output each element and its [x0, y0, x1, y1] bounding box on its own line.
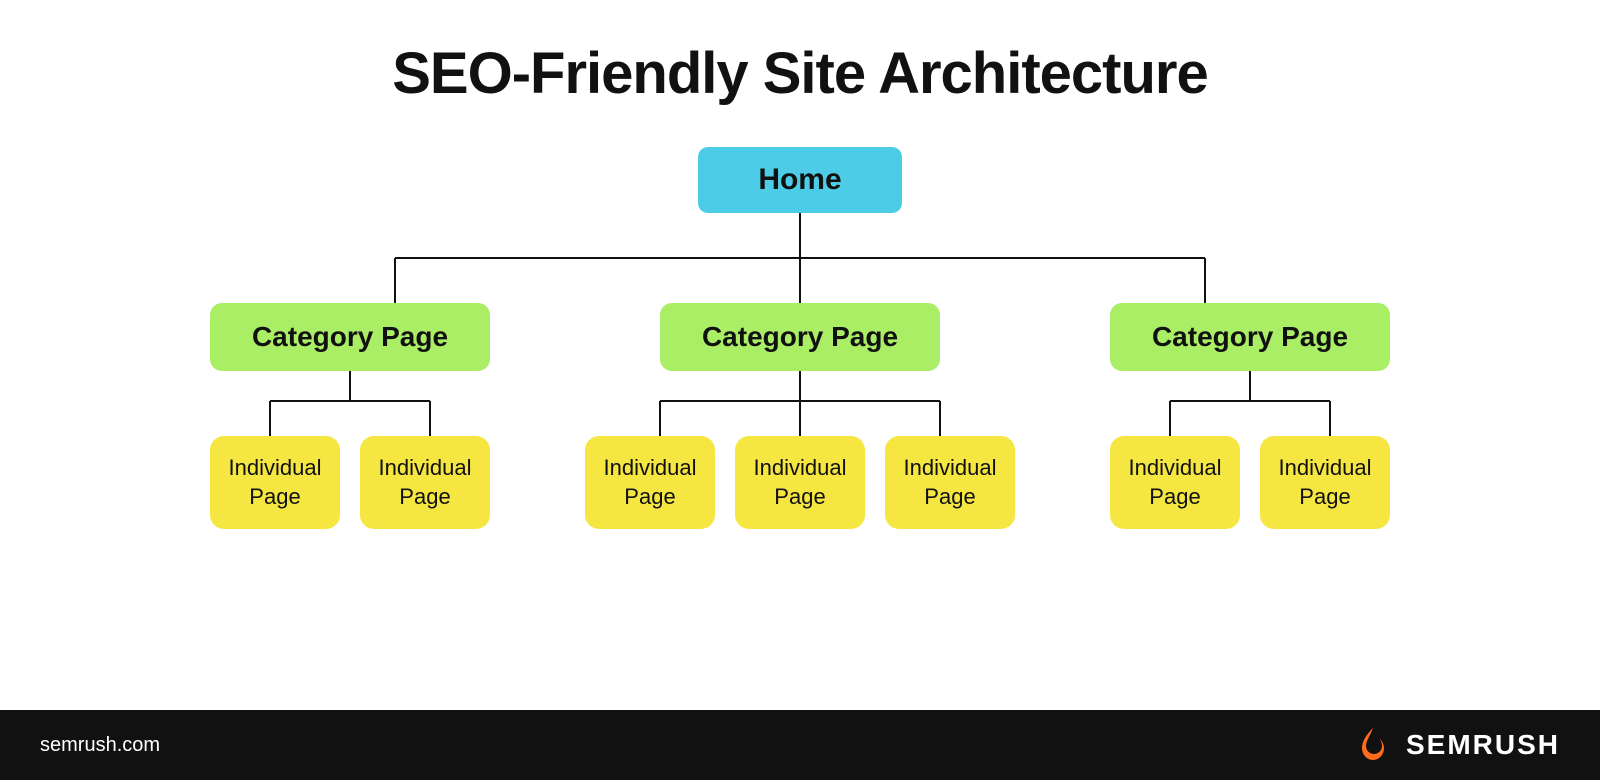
right-cat-connector-svg [1095, 371, 1405, 436]
footer-brand-text: SEMRUSH [1406, 729, 1560, 761]
center-cat-connector-svg [585, 371, 1015, 436]
main-content: SEO-Friendly Site Architecture Home [0, 0, 1600, 710]
center-individuals-row: IndividualPage IndividualPage Individual… [585, 436, 1015, 529]
individual-node-center-1: IndividualPage [585, 436, 715, 529]
category-col-right: Category Page IndividualPage IndividualP… [1025, 303, 1475, 529]
footer: semrush.com SEMRUSH [0, 710, 1600, 780]
left-cat-connector-svg [195, 371, 505, 436]
category-node-center: Category Page [660, 303, 940, 371]
footer-url: semrush.com [40, 734, 160, 757]
individual-node-center-2: IndividualPage [735, 436, 865, 529]
category-node-left: Category Page [210, 303, 490, 371]
right-individuals-row: IndividualPage IndividualPage [1110, 436, 1390, 529]
individual-node-right-1: IndividualPage [1110, 436, 1240, 529]
site-architecture-diagram: Home Category Page [0, 147, 1600, 529]
individual-node-right-2: IndividualPage [1260, 436, 1390, 529]
left-individuals-row: IndividualPage IndividualPage [210, 436, 490, 529]
individual-node-left-2: IndividualPage [360, 436, 490, 529]
category-col-center: Category Page IndividualPage IndividualP… [575, 303, 1025, 529]
page-title: SEO-Friendly Site Architecture [392, 40, 1208, 107]
semrush-logo-icon [1352, 724, 1394, 766]
individual-node-left-1: IndividualPage [210, 436, 340, 529]
home-node: Home [698, 147, 901, 213]
category-node-right: Category Page [1110, 303, 1390, 371]
home-to-categories-connector [125, 213, 1475, 303]
individual-node-center-3: IndividualPage [885, 436, 1015, 529]
category-col-left: Category Page IndividualPage IndividualP… [125, 303, 575, 529]
categories-row: Category Page IndividualPage IndividualP… [125, 303, 1475, 529]
home-connector-svg [125, 213, 1475, 303]
footer-brand: SEMRUSH [1352, 724, 1560, 766]
